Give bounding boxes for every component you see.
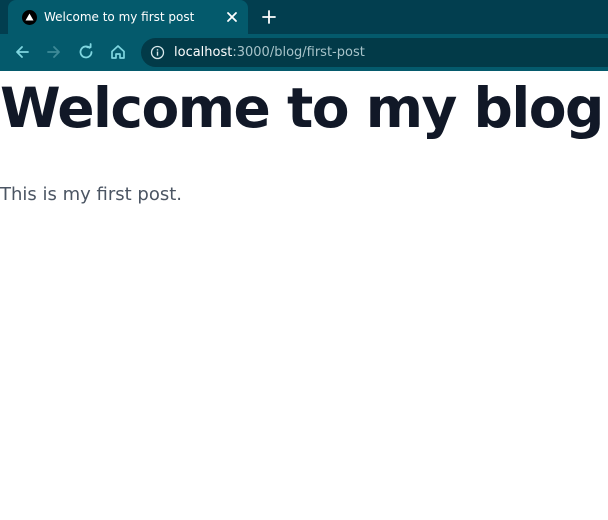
tab-title: Welcome to my first post: [44, 10, 195, 24]
url-text[interactable]: localhost:3000/blog/first-post: [174, 44, 365, 61]
page-title: Welcome to my blog!: [0, 76, 608, 140]
arrow-left-icon[interactable]: [13, 43, 31, 61]
tab-active[interactable]: Welcome to my first post: [8, 0, 248, 34]
home-icon[interactable]: [109, 43, 127, 61]
url-path: :3000/blog/first-post: [232, 45, 365, 60]
page-content: Welcome to my blog! This is my first pos…: [0, 71, 608, 520]
browser-toolbar: localhost:3000/blog/first-post: [0, 34, 608, 71]
close-icon[interactable]: [224, 9, 240, 25]
reload-icon[interactable]: [77, 43, 95, 61]
info-icon[interactable]: [150, 45, 165, 60]
post-body: This is my first post.: [0, 184, 183, 205]
address-bar[interactable]: localhost:3000/blog/first-post: [141, 38, 608, 67]
triangle-logo-icon: [22, 10, 37, 25]
arrow-right-icon[interactable]: [45, 43, 63, 61]
plus-icon[interactable]: [260, 8, 278, 26]
url-host: localhost: [174, 45, 233, 60]
tab-strip: Welcome to my first post: [0, 0, 608, 34]
